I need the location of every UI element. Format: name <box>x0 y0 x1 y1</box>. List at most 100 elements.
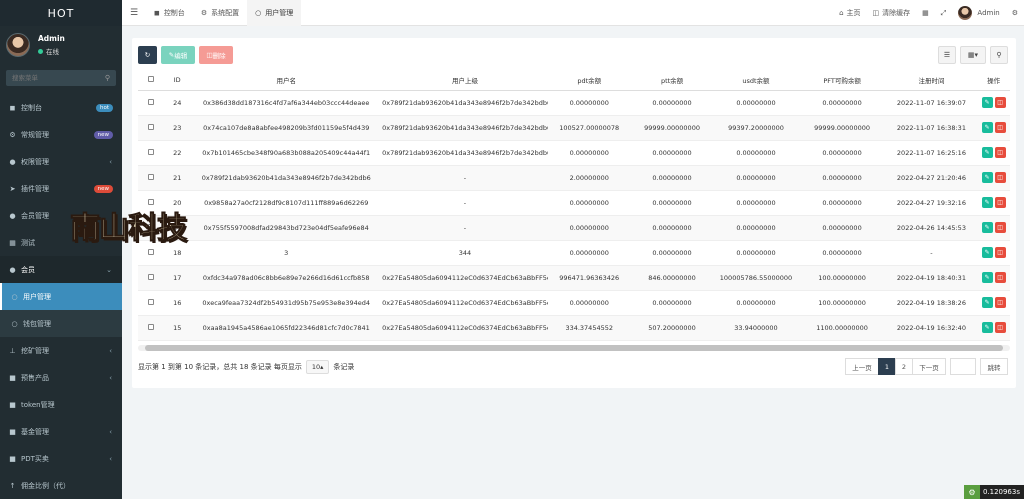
edit-row-button[interactable]: ✎ <box>981 297 993 308</box>
sidebar-item-token[interactable]: ■ token管理 <box>0 391 122 418</box>
sidebar-item-pdt-trade[interactable]: ■ PDT买卖 ‹ <box>0 445 122 472</box>
delete-row-button[interactable]: ◫ <box>994 197 1006 208</box>
edit-row-button[interactable]: ✎ <box>981 322 993 333</box>
column-header[interactable]: 用户名 <box>190 70 383 91</box>
delete-row-button[interactable]: ◫ <box>994 172 1006 183</box>
delete-row-button[interactable]: ◫ <box>994 322 1006 333</box>
menu-search-input[interactable] <box>12 74 92 82</box>
table-row[interactable]: 23 0x74ca107de8a8abfee498209b3fd01159e5f4… <box>138 115 1010 141</box>
table-search-button[interactable]: ⚲ <box>990 46 1008 64</box>
edit-row-button[interactable]: ✎ <box>981 197 993 208</box>
edit-row-button[interactable]: ✎ <box>981 247 993 258</box>
app-logo[interactable]: HOT <box>0 0 122 26</box>
edit-row-button[interactable]: ✎ <box>981 122 993 133</box>
table-row[interactable]: 22 0x7b101465cbe348f90a683b088a205409c44a… <box>138 140 1010 166</box>
user-menu[interactable]: Admin <box>958 6 1000 20</box>
online-dot-icon <box>38 48 43 54</box>
row-checkbox[interactable] <box>138 165 165 191</box>
sidebar-item-wallet-manage[interactable]: ○ 钱包管理 <box>0 310 122 337</box>
sidebar-item-dashboard[interactable]: ◼ 控制台 hot <box>0 94 122 121</box>
jump-button[interactable]: 跳转 <box>980 358 1008 375</box>
sidebar-item-fund[interactable]: ■ 基金管理 ‹ <box>0 418 122 445</box>
cell-id: 22 <box>164 140 191 166</box>
menu-toggle-icon[interactable]: ☰ <box>122 8 146 18</box>
toggle-view-button[interactable]: ☰ <box>938 46 956 64</box>
edit-button[interactable]: ✎ 编辑 <box>161 46 195 64</box>
cell-id: 15 <box>164 315 191 341</box>
edit-row-button[interactable]: ✎ <box>981 272 993 283</box>
cell-id: 16 <box>164 290 191 316</box>
language-button[interactable]: ▦ <box>922 9 929 17</box>
cell-pdt: 0.00000000 <box>547 290 631 316</box>
sidebar-item-presale[interactable]: ■ 预售产品 ‹ <box>0 364 122 391</box>
tab-system-config[interactable]: ⚙ 系统配置 <box>193 0 247 26</box>
refresh-button[interactable]: ↻ <box>138 46 157 64</box>
column-header[interactable]: usdt余额 <box>713 70 799 91</box>
table-row[interactable]: 16 0xeca9feaa7324df2b54931d95b75e953e8e39… <box>138 290 1010 316</box>
delete-row-button[interactable]: ◫ <box>994 147 1006 158</box>
select-all-checkbox[interactable] <box>138 70 165 91</box>
row-checkbox[interactable] <box>138 265 165 291</box>
column-header[interactable]: PFT可购余额 <box>798 70 886 91</box>
sidebar-item-plugins[interactable]: ➤ 插件管理 new <box>0 175 122 202</box>
sidebar-item-user-manage[interactable]: ○ 用户管理 <box>0 283 122 310</box>
prev-page-button[interactable]: 上一页 <box>845 358 879 375</box>
columns-dropdown[interactable]: ▦▾ <box>960 46 986 64</box>
table-row[interactable]: 19 0x755f5597008dfad29843bd723e04df5eafe9… <box>138 215 1010 241</box>
delete-row-button[interactable]: ◫ <box>994 272 1006 283</box>
sidebar-item-label: 佣金比例（代） <box>21 481 70 490</box>
delete-row-button[interactable]: ◫ <box>994 122 1006 133</box>
column-header[interactable]: pdt余额 <box>547 70 631 91</box>
page-1-button[interactable]: 1 <box>878 358 896 375</box>
search-icon[interactable]: ⚲ <box>105 74 110 82</box>
edit-row-button[interactable]: ✎ <box>981 97 993 108</box>
horizontal-scrollbar[interactable] <box>138 345 1010 351</box>
delete-row-button[interactable]: ◫ <box>994 297 1006 308</box>
sidebar-item-commission[interactable]: ↑ 佣金比例（代） <box>0 472 122 499</box>
table-row[interactable]: 17 0xfdc34a978ad06c8bb6e89e7e266d16d61ccf… <box>138 265 1010 291</box>
column-header[interactable]: 注册时间 <box>885 70 978 91</box>
column-header[interactable]: ptt余额 <box>630 70 714 91</box>
cell-pdt: 0.00000000 <box>547 215 631 241</box>
edit-row-button[interactable]: ✎ <box>981 147 993 158</box>
delete-row-button[interactable]: ◫ <box>994 97 1006 108</box>
column-header[interactable]: 用户上级 <box>382 70 548 91</box>
row-checkbox[interactable] <box>138 90 165 116</box>
page-size-select[interactable]: 10 ▴ <box>305 360 330 374</box>
delete-button[interactable]: ◫ 删除 <box>199 46 233 64</box>
tab-user-manage[interactable]: ○ 用户管理 <box>247 0 302 26</box>
edit-row-button[interactable]: ✎ <box>981 222 993 233</box>
fullscreen-button[interactable]: ⤢ <box>941 9 947 18</box>
sidebar-item-member[interactable]: ● 会员 ⌄ <box>0 256 122 283</box>
page-2-button[interactable]: 2 <box>895 358 913 375</box>
cell-ptt: 0.00000000 <box>630 240 714 266</box>
row-checkbox[interactable] <box>138 140 165 166</box>
sidebar-item-mining[interactable]: ⊥ 挖矿管理 ‹ <box>0 337 122 364</box>
cell-ptt: 0.00000000 <box>630 190 714 216</box>
tab-dashboard[interactable]: ◼ 控制台 <box>146 0 193 26</box>
sidebar-item-permission[interactable]: ● 权限管理 ‹ <box>0 148 122 175</box>
row-checkbox[interactable] <box>138 290 165 316</box>
table-row[interactable]: 21 0x789f21dab93620b41da343e8946f2b7de342… <box>138 165 1010 191</box>
list-icon: ☰ <box>943 51 951 59</box>
user-circle-icon: ● <box>9 265 16 274</box>
cell-reg_time: 2022-04-27 21:20:46 <box>885 165 978 191</box>
table-row[interactable]: 15 0xaa8a1945a4586ae1065fd22346d81cfc7d0c… <box>138 315 1010 341</box>
delete-row-button[interactable]: ◫ <box>994 222 1006 233</box>
row-checkbox[interactable] <box>138 115 165 141</box>
edit-row-button[interactable]: ✎ <box>981 172 993 183</box>
row-checkbox[interactable] <box>138 315 165 341</box>
table-row[interactable]: 20 0x9858a27a0cf2128df9c8107d111ff889a6d6… <box>138 190 1010 216</box>
home-link[interactable]: ⌂ 主页 <box>839 8 860 18</box>
column-header[interactable]: ID <box>164 70 191 91</box>
table-row[interactable]: 18 3 344 0.00000000 0.00000000 0.00000000 0.00… <box>138 240 1010 266</box>
sidebar-item-general[interactable]: ⚙ 常规管理 new <box>0 121 122 148</box>
debug-icon[interactable]: ⚙ <box>963 485 980 499</box>
table-row[interactable]: 24 0x386d38dd187316c4fd7af6a344eb03ccc44d… <box>138 90 1010 116</box>
delete-row-button[interactable]: ◫ <box>994 247 1006 258</box>
next-page-button[interactable]: 下一页 <box>912 358 946 375</box>
scrollbar-thumb[interactable] <box>145 345 1003 351</box>
settings-button[interactable]: ⚙ <box>1012 9 1018 17</box>
jump-page-input[interactable] <box>950 358 976 375</box>
clear-cache-button[interactable]: ◫ 清除缓存 <box>873 8 911 18</box>
